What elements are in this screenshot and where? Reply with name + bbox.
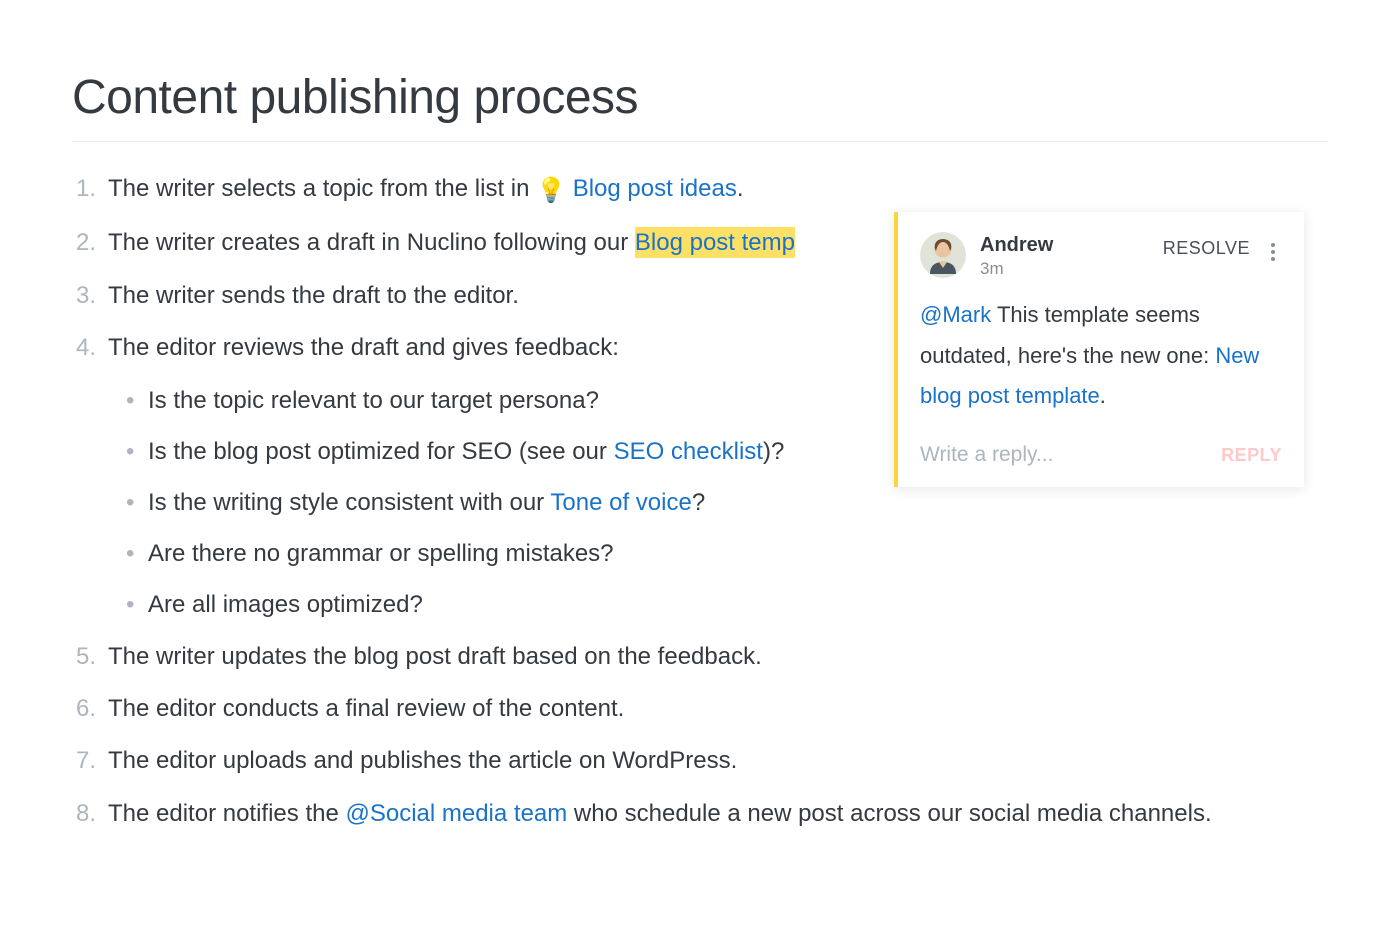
avatar[interactable]: [920, 232, 966, 278]
list-item-text: The writer updates the blog post draft b…: [108, 643, 762, 670]
comment-body-text: .: [1100, 383, 1106, 408]
sub-list-item-3[interactable]: Is the writing style consistent with our…: [112, 484, 1328, 521]
lightbulb-icon: 💡: [536, 172, 566, 210]
list-item-text: The editor reviews the draft and gives f…: [108, 334, 619, 361]
sub-item-text: Is the writing style consistent with our: [148, 489, 550, 516]
list-item-text: The writer sends the draft to the editor…: [108, 282, 519, 309]
sub-item-text: Is the blog post optimized for SEO (see …: [148, 438, 614, 465]
resolve-button[interactable]: RESOLVE: [1163, 238, 1250, 259]
reply-button[interactable]: REPLY: [1221, 445, 1282, 466]
list-item-7[interactable]: The editor uploads and publishes the art…: [72, 742, 1328, 780]
more-options-icon[interactable]: [1264, 238, 1282, 264]
sub-item-text: Are all images optimized?: [148, 591, 423, 618]
sub-item-text: )?: [763, 438, 784, 465]
page-title: Content publishing process: [72, 70, 1328, 142]
list-item-text: .: [737, 175, 744, 202]
link-seo-checklist[interactable]: SEO checklist: [614, 438, 763, 465]
sub-item-text: Are there no grammar or spelling mistake…: [148, 540, 614, 567]
list-item-6[interactable]: The editor conducts a final review of th…: [72, 690, 1328, 728]
list-item-text: The writer selects a topic from the list…: [108, 175, 536, 202]
list-item-text: The editor uploads and publishes the art…: [108, 747, 737, 774]
comment-header: Andrew 3m RESOLVE: [920, 232, 1282, 279]
list-item-text: who schedule a new post across our socia…: [567, 800, 1211, 827]
comment-actions: RESOLVE: [1163, 232, 1282, 264]
list-item-5[interactable]: The writer updates the blog post draft b…: [72, 638, 1328, 676]
sub-item-text: ?: [692, 489, 705, 516]
mention-mark[interactable]: @Mark: [920, 302, 991, 327]
sub-list-item-4[interactable]: Are there no grammar or spelling mistake…: [112, 535, 1328, 572]
comment-reply-row: REPLY: [920, 439, 1282, 471]
sub-item-text: Is the topic relevant to our target pers…: [148, 387, 599, 414]
comment-body: @Mark This template seems outdated, here…: [920, 295, 1282, 417]
reply-input[interactable]: [920, 439, 1209, 471]
comment-author: Andrew: [980, 234, 1149, 257]
comment-panel: Andrew 3m RESOLVE @Mark This template se…: [894, 212, 1304, 487]
link-blog-template-highlighted[interactable]: Blog post temp: [635, 227, 795, 258]
list-item-text: The editor conducts a final review of th…: [108, 695, 624, 722]
list-item-text: The writer creates a draft in Nuclino fo…: [108, 229, 635, 256]
mention-social-media-team[interactable]: @Social media team: [345, 800, 567, 827]
link-tone-of-voice[interactable]: Tone of voice: [550, 489, 691, 516]
sub-list-item-5[interactable]: Are all images optimized?: [112, 586, 1328, 623]
comment-time: 3m: [980, 259, 1149, 279]
space: [566, 175, 573, 202]
link-blog-ideas[interactable]: Blog post ideas: [573, 175, 737, 202]
list-item-8[interactable]: The editor notifies the @Social media te…: [72, 795, 1328, 833]
list-item-1[interactable]: The writer selects a topic from the list…: [72, 170, 1328, 210]
comment-meta: Andrew 3m: [980, 232, 1149, 279]
list-item-text: The editor notifies the: [108, 800, 345, 827]
